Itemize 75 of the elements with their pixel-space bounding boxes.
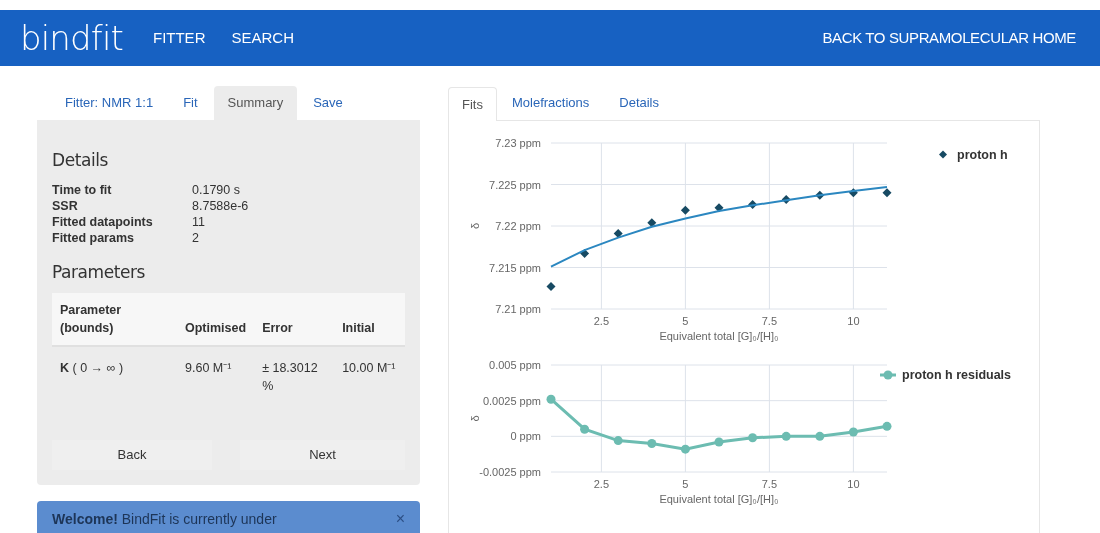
panel-tab[interactable]: Summary: [213, 86, 298, 120]
brand-logo[interactable]: bindfit: [20, 21, 123, 55]
data-point: [815, 431, 825, 441]
alert-message: Welcome! BindFit is currently under: [52, 511, 278, 528]
axis-tick-label: 0 ppm: [510, 430, 541, 443]
detail-value: 2: [192, 229, 200, 246]
data-point: [848, 427, 858, 437]
axis-tick-label: 7.22 ppm: [495, 220, 541, 232]
panel-tab[interactable]: Fit: [169, 86, 212, 120]
axis-tick-label: 7.215 ppm: [489, 261, 541, 274]
axis-tick-label: 7.5: [761, 315, 778, 327]
data-point: [882, 421, 892, 431]
data-point: [546, 282, 556, 292]
data-point: [647, 218, 657, 228]
column-header: Initial: [334, 293, 405, 346]
data-point: [714, 437, 724, 447]
data-point: [613, 228, 623, 238]
axis-tick-label: 2.5: [593, 315, 610, 327]
column-header: Optimised: [177, 293, 255, 346]
detail-value: 0.1790 s: [192, 181, 241, 198]
data-point: [580, 248, 590, 258]
legend-label: proton h: [957, 148, 1008, 162]
data-point: [613, 436, 623, 446]
axis-tick-label: 10: [847, 478, 860, 490]
data-point: [882, 188, 892, 198]
axis-tick-label: 10: [847, 315, 860, 327]
axis-tick-label: 7.23 ppm: [495, 137, 541, 149]
axis-tick-label: 7.5: [761, 478, 778, 490]
data-point: [580, 424, 590, 434]
table-cell: K ( 0 → ∞ ): [52, 346, 177, 395]
detail-value: 11: [192, 213, 206, 230]
data-point: [848, 188, 858, 198]
data-point: [680, 205, 690, 215]
section-heading: Parameters: [52, 260, 147, 284]
chart-tab[interactable]: Details: [604, 86, 674, 120]
axis-tick-label: 5: [682, 315, 689, 327]
detail-value: 8.7588e-6: [192, 197, 250, 214]
table-cell: 9.60 M⁻¹: [177, 346, 255, 395]
axis-title: δ: [469, 415, 481, 422]
nav-link[interactable]: SEARCH: [231, 26, 294, 50]
detail-label: Fitted params: [52, 229, 135, 246]
column-header: Error: [254, 293, 335, 346]
axis-tick-label: 0.0025 ppm: [482, 394, 541, 407]
data-point: [781, 431, 791, 441]
panel-tab[interactable]: Save: [299, 86, 357, 120]
data-point: [748, 433, 758, 443]
data-point: [815, 190, 825, 200]
detail-label: Fitted datapoints: [52, 213, 154, 230]
table-cell: 10.00 M⁻¹: [334, 346, 405, 395]
chart-tab[interactable]: Fits: [448, 87, 497, 121]
legend-label: proton h residuals: [902, 368, 1012, 382]
axis-tick-label: 0.005 ppm: [489, 359, 541, 371]
data-point: [714, 203, 724, 213]
axis-tick-label: 2.5: [593, 478, 610, 490]
detail-label: Time to fit: [52, 181, 113, 198]
axis-tick-label: 5: [682, 478, 689, 490]
data-point: [748, 199, 758, 209]
data-point: [647, 438, 657, 448]
column-header: Parameter (bounds): [52, 293, 177, 346]
data-point: [546, 394, 556, 404]
panel-tab[interactable]: Fitter: NMR 1:1: [51, 86, 168, 120]
axis-title: Equivalent total [G]₀/[H]₀: [659, 330, 779, 342]
detail-label: SSR: [52, 197, 79, 214]
chart-tab[interactable]: Molefractions: [496, 86, 605, 120]
axis-tick-label: 7.225 ppm: [489, 178, 541, 191]
data-point: [680, 444, 690, 454]
axis-title: δ: [469, 222, 481, 230]
home-link[interactable]: BACK TO SUPRAMOLECULAR HOME: [822, 26, 1076, 50]
axis-tick-label: 7.21 ppm: [495, 303, 541, 315]
section-heading: Details: [52, 149, 109, 172]
axis-title: Equivalent total [G]₀/[H]₀: [659, 493, 779, 505]
table-cell: ± 18.3012 %: [254, 346, 335, 395]
data-point: [781, 194, 791, 204]
nav-link[interactable]: FITTER: [152, 26, 206, 50]
axis-tick-label: -0.0025 ppm: [479, 466, 541, 478]
